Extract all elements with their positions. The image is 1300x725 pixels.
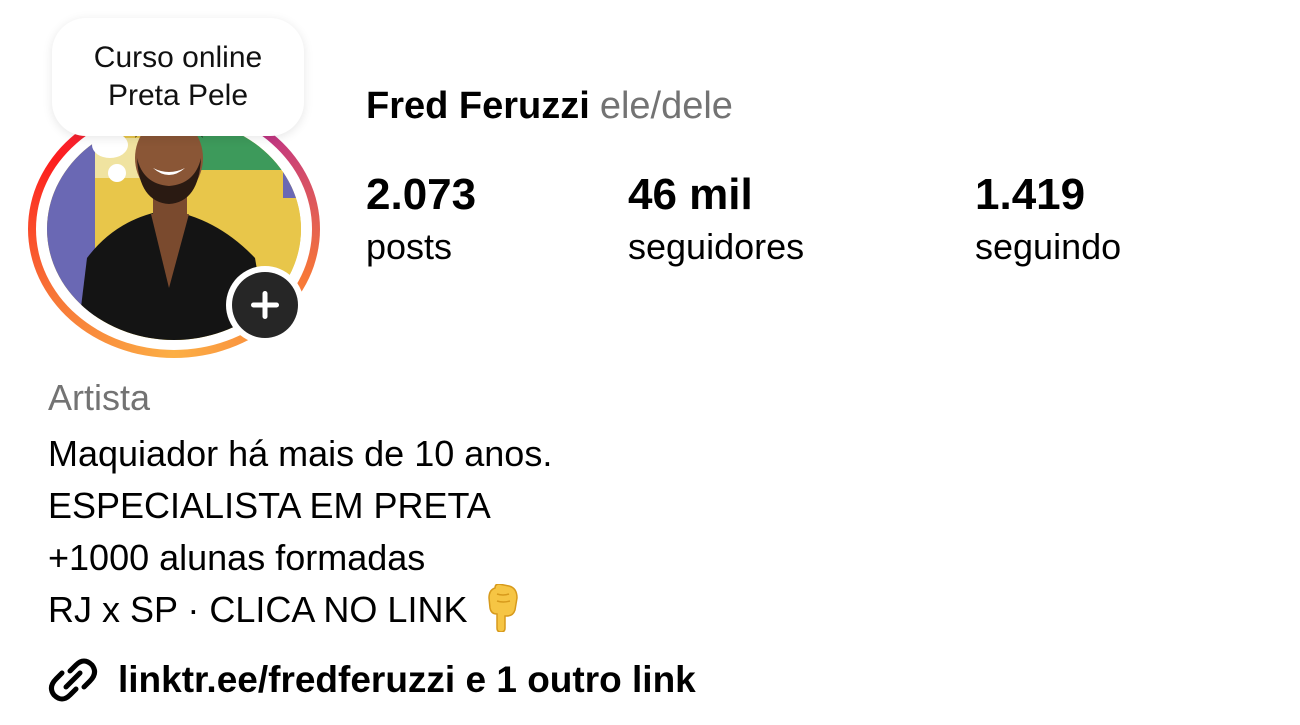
bio-line-3: +1000 alunas formadas <box>48 537 426 578</box>
profile-name-row: Fred Feruzzi ele/dele <box>366 82 733 130</box>
plus-icon <box>251 291 279 319</box>
note-line-2: Preta Pele <box>107 79 249 112</box>
stat-posts[interactable]: 2.073 posts <box>366 168 476 272</box>
external-link[interactable]: linktr.ee/fredferuzzi e 1 outro link <box>48 652 696 708</box>
posts-label: posts <box>366 226 453 267</box>
pronouns: ele/dele <box>599 85 733 127</box>
add-story-button[interactable] <box>226 266 304 344</box>
followers-label: seguidores <box>628 226 805 267</box>
pointing-down-hand-icon <box>485 583 521 646</box>
note-bubble-tail-dot <box>108 164 126 182</box>
profile-note-bubble[interactable]: Curso online Preta Pele <box>52 18 304 136</box>
bio-line-4: RJ x SP · CLICA NO LINK <box>48 583 552 646</box>
profile-bio: Maquiador há mais de 10 anos. ESPECIALIS… <box>48 428 552 646</box>
stat-following[interactable]: 1.419 seguindo <box>975 168 1121 272</box>
posts-count: 2.073 <box>366 170 477 219</box>
add-story-inner <box>232 272 298 338</box>
followers-count: 46 mil <box>628 170 753 219</box>
following-label: seguindo <box>975 226 1122 267</box>
note-line-1: Curso online <box>93 41 263 74</box>
display-name: Fred Feruzzi <box>366 85 590 127</box>
link-text: linktr.ee/fredferuzzi e 1 outro link <box>118 659 696 700</box>
stat-followers[interactable]: 46 mil seguidores <box>628 168 804 272</box>
link-chain-icon <box>48 657 98 703</box>
bio-line-4-text: RJ x SP · CLICA NO LINK <box>48 589 468 630</box>
following-count: 1.419 <box>975 170 1086 219</box>
profile-category: Artista <box>48 377 151 418</box>
bio-line-1: Maquiador há mais de 10 anos. <box>48 433 553 474</box>
bio-line-2: ESPECIALISTA EM PRETA <box>48 485 491 526</box>
